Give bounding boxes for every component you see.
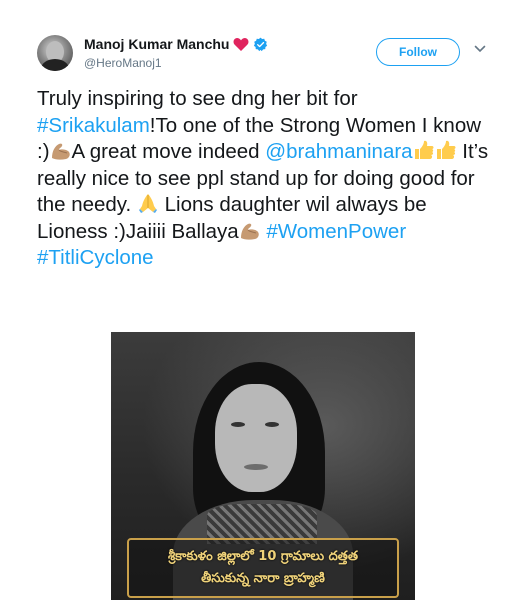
media-person-eye [231, 422, 245, 427]
tweet-text-segment: Truly inspiring to see dng her bit for [37, 87, 358, 110]
verified-badge-icon [254, 37, 268, 51]
media-caption-line-2: తీసుకున్న నారా బ్రాహ్మణి [201, 571, 325, 586]
name-row: Manoj Kumar Manchu [84, 36, 268, 52]
avatar-body [41, 59, 69, 71]
media-person-mouth [244, 464, 268, 470]
heart-icon [234, 37, 249, 51]
folded-hands-emoji-icon [138, 194, 157, 213]
hashtag-srikakulam[interactable]: #Srikakulam [37, 114, 150, 137]
hashtag-titlicyclone[interactable]: #TitliCyclone [37, 246, 154, 269]
flexed-biceps-emoji-icon [51, 143, 70, 160]
chevron-down-icon[interactable] [474, 44, 486, 54]
tweet-card: Manoj Kumar Manchu @HeroManoj1 Follow Tr… [0, 0, 512, 600]
tweet-text: Truly inspiring to see dng her bit for #… [37, 86, 497, 272]
tweet-media-image[interactable]: శ్రీకాకుళం జిల్లాలో 10 గ్రామాలు దత్తత తీ… [111, 332, 415, 600]
thumbs-up-emoji-icon [414, 140, 456, 159]
media-person-eye [265, 422, 279, 427]
display-name[interactable]: Manoj Kumar Manchu [84, 36, 229, 52]
media-caption: శ్రీకాకుళం జిల్లాలో 10 గ్రామాలు దత్తత తీ… [127, 538, 399, 598]
follow-button[interactable]: Follow [376, 38, 460, 66]
hashtag-womenpower[interactable]: #WomenPower [266, 220, 406, 243]
mention-brahmaninara[interactable]: @brahmaninara [265, 140, 412, 163]
media-person-face [215, 384, 297, 492]
avatar[interactable] [37, 35, 73, 71]
user-handle[interactable]: @HeroManoj1 [84, 56, 162, 70]
tweet-text-segment: A great move indeed [71, 140, 266, 163]
flexed-biceps-emoji-icon [240, 223, 259, 240]
media-caption-line-1: శ్రీకాకుళం జిల్లాలో 10 గ్రామాలు దత్తత [167, 549, 359, 564]
